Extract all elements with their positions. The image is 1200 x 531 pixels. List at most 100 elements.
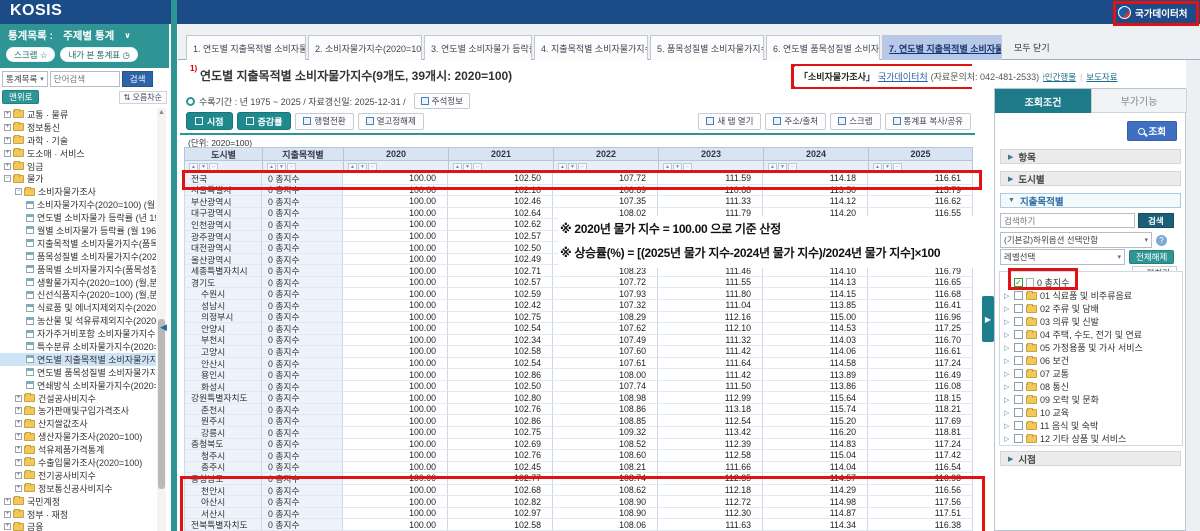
category-tree-item[interactable]: ▷02 주류 및 담배 [1000, 302, 1182, 315]
sidebar-tree-item[interactable]: +임금 [0, 160, 156, 173]
scrap-button[interactable]: 스크랩 ☆ [6, 47, 55, 62]
expand-arrow-icon[interactable]: ▷ [1004, 344, 1011, 352]
scroll-top-button[interactable]: 맨위로 [2, 90, 39, 104]
accordion-city[interactable]: ▶도시별 [1000, 171, 1181, 186]
expand-icon[interactable]: + [4, 150, 11, 157]
checkbox[interactable] [1014, 434, 1023, 443]
my-tables-button[interactable]: 내가 본 통계표 ◷ [60, 47, 137, 62]
expand-icon[interactable]: + [4, 163, 11, 170]
sidebar-tree-item[interactable]: 연도별 소비자물가 등락률 (년 196 [0, 211, 156, 224]
toolbar-button[interactable]: 스크랩 [830, 113, 880, 130]
category-tree-item[interactable]: ✓0 총지수 [1000, 276, 1182, 289]
category-tree-item[interactable]: ▷05 가정용품 및 가사 서비스 [1000, 341, 1182, 354]
table-tab[interactable]: 3. 연도별 소비자물가 등락률✕ [424, 35, 532, 60]
sidebar-tree-item[interactable]: +생산자물가조사(2020=100) [0, 430, 156, 443]
level-select[interactable]: 레벨선택▾ [1000, 249, 1125, 265]
checkbox[interactable] [1014, 369, 1023, 378]
checkbox[interactable] [1014, 304, 1023, 313]
word-search-input[interactable] [50, 71, 120, 87]
sidebar-tree-item[interactable]: +농가판매및구입가격조사 [0, 404, 156, 417]
expand-icon[interactable]: + [15, 485, 22, 492]
checkbox[interactable] [1014, 382, 1023, 391]
footnote-info-button[interactable]: 주석정보 [414, 93, 470, 109]
expand-arrow-icon[interactable]: ▷ [1004, 305, 1011, 313]
sidebar-tree-item[interactable]: +도소매 · 서비스 [0, 147, 156, 160]
checkbox[interactable] [1014, 317, 1023, 326]
national-data-agency-badge[interactable]: 국가데이터처 [1118, 3, 1187, 22]
toolbar-button[interactable]: 통계표 복사/공유 [885, 113, 971, 130]
sidebar-tree-item[interactable]: +정보통신공사비지수 [0, 482, 156, 495]
agency-link[interactable]: 국가데이터처 [878, 70, 928, 83]
sort-asc-icon[interactable]: ▲ [768, 163, 777, 171]
sidebar-tree-item[interactable]: 농산물 및 석유류제외지수(2020=1 [0, 314, 156, 327]
sidebar-tree-item[interactable]: 식료품 및 에너지제외지수(2020=1 [0, 301, 156, 314]
sort-clear-icon[interactable]: − [788, 163, 797, 171]
sort-clear-icon[interactable]: − [473, 163, 482, 171]
sidebar-tree-item[interactable]: +교통 · 물류 [0, 108, 156, 121]
table-tab[interactable]: 5. 품목성질별 소비자물가지수(…✕ [650, 35, 764, 60]
sort-desc-icon[interactable]: ▼ [568, 163, 577, 171]
sort-clear-icon[interactable]: − [578, 163, 587, 171]
statistics-menu[interactable]: 통계목록 : 주제별 통계 ∨ [8, 28, 131, 43]
scroll-up-icon[interactable]: ▲ [158, 109, 165, 116]
sidebar-tree-item[interactable]: −소비자물가조사 [0, 185, 156, 198]
toolbar-button[interactable]: 주소/출처 [765, 113, 826, 130]
category-tree-item[interactable]: ▷10 교육 [1000, 406, 1182, 419]
expand-arrow-icon[interactable]: ▷ [1004, 435, 1011, 443]
expand-icon[interactable]: + [4, 137, 11, 144]
kosis-logo[interactable]: KOSIS [10, 2, 62, 20]
expand-icon[interactable]: + [15, 446, 22, 453]
sort-asc-icon[interactable]: ▲ [267, 163, 276, 171]
checkbox[interactable] [1014, 421, 1023, 430]
sort-asc-icon[interactable]: ▲ [663, 163, 672, 171]
category-tree-item[interactable]: ▷12 기타 상품 및 서비스 [1000, 432, 1182, 445]
header-link[interactable]: 보도자료 [1086, 71, 1117, 83]
sort-desc-icon[interactable]: ▼ [778, 163, 787, 171]
toolbar-button[interactable]: 행렬전환 [295, 113, 353, 130]
checkbox[interactable]: ✓ [1014, 278, 1023, 287]
sort-desc-icon[interactable]: ▼ [883, 163, 892, 171]
category-tree-item[interactable]: ▷08 통신 [1000, 380, 1182, 393]
sidebar-tree-item[interactable]: 월별 소비자물가 등락률 (월 1965. [0, 224, 156, 237]
sort-asc-icon[interactable]: ▲ [348, 163, 357, 171]
table-tab[interactable]: 7. 연도별 지출목적별 소비자물…✕ [882, 35, 1002, 60]
sort-clear-icon[interactable]: − [368, 163, 377, 171]
sidebar-tree-item[interactable]: 생활물가지수(2020=100) (월,분기 [0, 276, 156, 289]
sort-clear-icon[interactable]: − [893, 163, 902, 171]
category-tree-item[interactable]: ▷01 식료품 및 비주류음료 [1000, 289, 1182, 302]
sidebar-tree-item[interactable]: +전기공사비지수 [0, 469, 156, 482]
help-icon[interactable]: ? [1156, 235, 1167, 246]
sort-clear-icon[interactable]: − [287, 163, 296, 171]
table-tab[interactable]: 6. 연도별 품목성질별 소비자물…✕ [766, 35, 880, 60]
sidebar-tree-item[interactable]: +산지쌀값조사 [0, 417, 156, 430]
sort-asc-icon[interactable]: ▲ [189, 163, 198, 171]
accordion-items[interactable]: ▶항목 [1000, 149, 1181, 164]
sidebar-tree-item[interactable]: 연도별 품목성질별 소비자물가지수 [0, 366, 156, 379]
sidebar-tree-item[interactable]: 소비자물가지수(2020=100) (월,분 [0, 198, 156, 211]
expand-icon[interactable]: + [15, 407, 22, 414]
expand-icon[interactable]: + [15, 472, 22, 479]
sort-desc-icon[interactable]: ▼ [277, 163, 286, 171]
sidebar-tree-item[interactable]: +석유제품가격통계 [0, 443, 156, 456]
expand-icon[interactable]: + [4, 111, 11, 118]
sidebar-tree-item[interactable]: +금융 [0, 521, 156, 531]
checkbox[interactable] [1014, 408, 1023, 417]
sidebar-tree-item[interactable]: +국민계정 [0, 495, 156, 508]
expand-icon[interactable]: + [4, 124, 11, 131]
category-search-button[interactable]: 검색 [1138, 213, 1174, 228]
sort-asc-icon[interactable]: ▲ [453, 163, 462, 171]
collapse-icon[interactable]: − [4, 175, 11, 182]
expand-arrow-icon[interactable]: ▷ [1004, 383, 1011, 391]
toolbar-button[interactable]: 열고정해제 [358, 113, 424, 130]
category-tree-item[interactable]: ▷04 주택, 수도, 전기 및 연료 [1000, 328, 1182, 341]
sidebar-tree-item[interactable]: 품목별 소비자물가지수(품목성질별 [0, 263, 156, 276]
sort-clear-icon[interactable]: − [209, 163, 218, 171]
category-tree-item[interactable]: ▷11 음식 및 숙박 [1000, 419, 1182, 432]
sort-asc-icon[interactable]: ▲ [558, 163, 567, 171]
sidebar-tree-item[interactable]: −물가 [0, 172, 156, 185]
sidebar-scrollbar-thumb[interactable] [158, 319, 165, 489]
expand-arrow-icon[interactable]: ▷ [1004, 370, 1011, 378]
accordion-period[interactable]: ▶시점 [1000, 451, 1181, 466]
sidebar-tree-item[interactable]: +정보통신 [0, 121, 156, 134]
search-button[interactable]: 검색 [122, 71, 154, 87]
